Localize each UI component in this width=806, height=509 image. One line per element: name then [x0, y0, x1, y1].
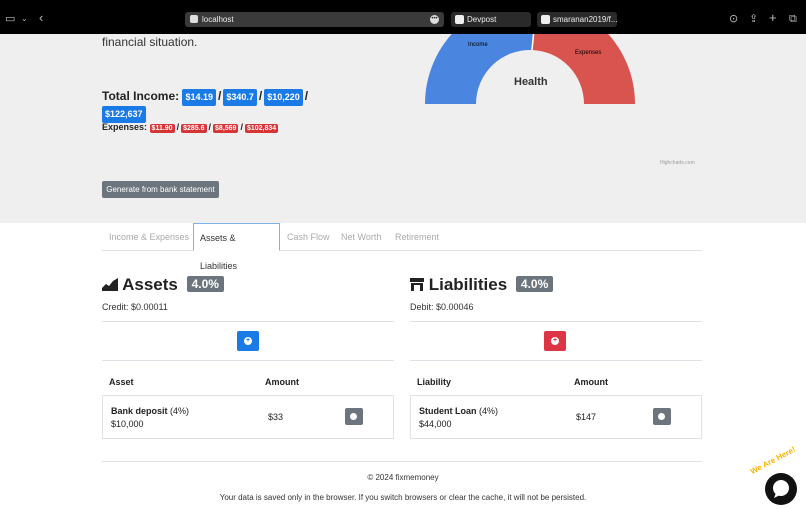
health-gauge: [425, 34, 635, 104]
store-icon: [410, 278, 424, 291]
remove-icon: [658, 413, 665, 420]
generate-from-bank-statement-button[interactable]: Generate from bank statement: [102, 181, 219, 198]
footer-copyright: © 2024 fixmemoney: [367, 473, 439, 482]
url-text: localhost: [202, 15, 234, 24]
download-icon[interactable]: ⊙: [729, 12, 738, 26]
footer-note: Your data is saved only in the browser. …: [219, 493, 587, 502]
new-tab-icon[interactable]: +: [769, 11, 777, 25]
more-icon[interactable]: •••: [430, 15, 439, 24]
divider: [410, 360, 702, 361]
remove-asset-button[interactable]: [345, 408, 363, 425]
share-icon[interactable]: ⇪: [749, 12, 758, 26]
address-bar[interactable]: localhost •••: [185, 12, 444, 27]
liability-row: Student Loan (4%) $44,000 $147: [410, 395, 702, 439]
liability-amount: $147: [576, 412, 597, 422]
devpost-icon: [455, 15, 464, 24]
asset-value: $10,000: [111, 419, 144, 429]
expense-badge-yearly: $8,569: [213, 124, 239, 133]
liability-name: Student Loan (4%): [419, 406, 499, 416]
add-liability-button[interactable]: +: [544, 331, 566, 351]
total-income-label: Total Income:: [102, 89, 180, 103]
back-icon[interactable]: ‹: [39, 11, 43, 25]
chevron-down-icon[interactable]: ⌄: [21, 12, 28, 26]
liabilities-debit: Debit: $0.00046: [410, 302, 474, 312]
total-income: Total Income: $14.19/$340.7/$10,220/$122…: [102, 89, 317, 123]
sidebar-icon[interactable]: ▭: [5, 12, 15, 26]
gauge-expenses-label: Expenses: [575, 50, 602, 56]
expense-badge-monthly: $285.6: [181, 124, 207, 133]
divider: [410, 321, 702, 322]
plus-circle-icon: +: [551, 337, 559, 345]
liabilities-col-name: Liability: [417, 377, 452, 387]
expenses-label: Expenses:: [102, 122, 148, 132]
chat-bubble-icon: [773, 480, 789, 498]
divider: [102, 321, 394, 322]
footer-divider: [102, 461, 702, 462]
liabilities-heading: Liabilities 4.0%: [410, 275, 554, 295]
plus-circle-icon: +: [244, 337, 252, 345]
browser-toolbar: ▭ ⌄ ‹ localhost ••• Devpost smaranan2019…: [0, 0, 806, 34]
income-badge-daily: $14.19: [182, 89, 216, 106]
gauge-income-label: Income: [468, 42, 488, 48]
income-badge-total: $122,637: [102, 106, 146, 123]
liabilities-title: Liabilities: [428, 275, 508, 294]
tab-overview-icon[interactable]: ⧉: [789, 12, 797, 26]
tab-assets-liabilities[interactable]: Assets & Liabilities: [193, 223, 280, 271]
tab-bar: Income & Expenses Assets & Liabilities C…: [102, 223, 702, 271]
expense-badge-daily: $11.90: [149, 124, 175, 133]
assets-col-name: Asset: [109, 377, 134, 387]
intro-text: financial situation.: [102, 35, 198, 49]
expense-badge-total: $102,834: [244, 124, 279, 133]
asset-row: Bank deposit (4%) $10,000 $33: [102, 395, 394, 439]
browser-tab-github[interactable]: smaranan2019/f...: [537, 12, 617, 27]
chart-credits[interactable]: Highcharts.com: [660, 160, 695, 166]
browser-tab-devpost[interactable]: Devpost: [451, 12, 531, 27]
asset-name: Bank deposit (4%): [111, 406, 190, 416]
tab-label: smaranan2019/f...: [553, 15, 618, 24]
asset-amount: $33: [268, 412, 284, 422]
chat-launcher-button[interactable]: [765, 473, 797, 505]
tab-label: Devpost: [467, 15, 497, 24]
expenses-summary: Expenses: $11.90/$285.6/$8,569/$102,834: [102, 122, 279, 133]
github-icon: [541, 15, 550, 24]
gauge-expenses-arc: [532, 34, 635, 104]
chat-tagline: We Are Here!: [748, 444, 797, 477]
chart-area-icon: [102, 278, 118, 291]
income-badge-monthly: $340.7: [223, 89, 257, 106]
assets-title: Assets: [122, 275, 178, 294]
tab-cash-flow[interactable]: Cash Flow: [287, 223, 330, 251]
divider: [102, 360, 394, 361]
income-badge-yearly: $10,220: [264, 89, 303, 106]
assets-percent-badge: 4.0%: [186, 276, 224, 292]
tab-income-expenses[interactable]: Income & Expenses: [109, 223, 189, 251]
assets-credit: Credit: $0.00011: [102, 302, 168, 312]
remove-liability-button[interactable]: [653, 408, 671, 425]
assets-heading: Assets 4.0%: [102, 275, 224, 295]
add-asset-button[interactable]: +: [237, 331, 259, 351]
tab-net-worth[interactable]: Net Worth: [341, 223, 381, 251]
remove-icon: [350, 413, 357, 420]
liability-value: $44,000: [419, 419, 452, 429]
liabilities-col-amount: Amount: [574, 377, 608, 387]
liabilities-percent-badge: 4.0%: [515, 276, 554, 292]
gauge-title: Health: [514, 76, 548, 88]
tab-retirement[interactable]: Retirement: [395, 223, 439, 251]
site-favicon: [190, 15, 198, 23]
assets-col-amount: Amount: [265, 377, 299, 387]
